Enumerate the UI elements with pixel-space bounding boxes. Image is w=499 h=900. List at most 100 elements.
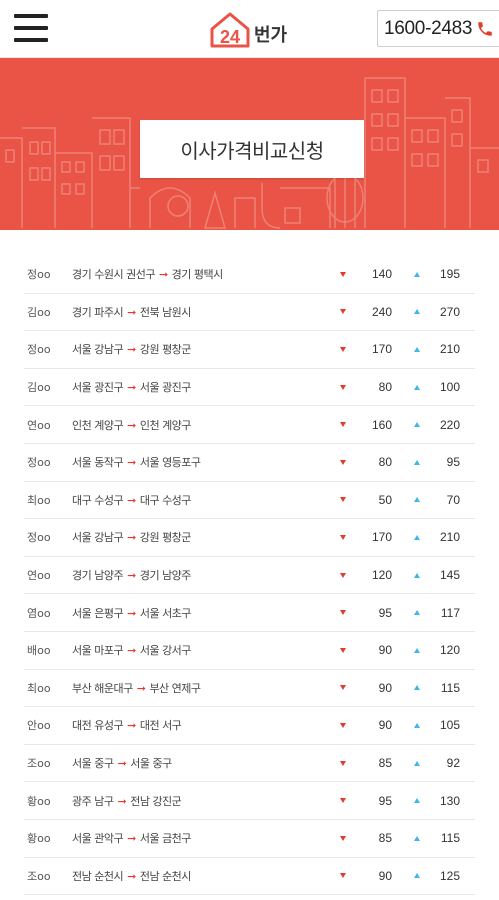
triangle-down-icon [340, 760, 350, 766]
phone-icon [478, 21, 492, 36]
route-to: 서울 서초구 [139, 606, 192, 620]
triangle-down-icon [340, 309, 350, 315]
max-price: 92 [446, 756, 460, 771]
triangle-down-icon [340, 647, 350, 653]
min-price: 80 [378, 455, 392, 470]
min-price: 140 [371, 267, 392, 282]
min-price: 160 [371, 417, 392, 432]
moving-quote-list: 정oo 경기 수원시 권선구 ➞ 경기 평택시 140 195 김oo 경기 파주시 ➞ … [0, 230, 499, 896]
phone-call-button[interactable]: 1600-2483 [377, 10, 499, 47]
quote-row: 연oo 경기 남양주 ➞ 경기 남양주 120 145 [24, 557, 475, 595]
customer-name: 안oo [27, 719, 51, 733]
triangle-up-icon [414, 647, 424, 653]
route-from: 서울 은평구 [72, 606, 124, 620]
triangle-up-icon [414, 497, 424, 503]
move-route: 서울 중구 ➞ 서울 중구 [72, 755, 340, 771]
max-price: 115 [440, 831, 460, 846]
customer-name: 정oo [27, 343, 51, 357]
customer-name: 최oo [27, 493, 51, 507]
logo[interactable]: 24 번가 [208, 12, 287, 48]
route-to: 강원 평창군 [139, 531, 192, 545]
quote-row: 최oo 부산 해운대구 ➞ 부산 연제구 90 115 [24, 670, 475, 708]
move-route: 인천 계양구 ➞ 인천 계양구 [72, 417, 340, 433]
route-from: 인천 계양구 [72, 418, 124, 432]
customer-name: 정oo [27, 531, 51, 545]
customer-name: 김oo [27, 381, 51, 395]
customer-name: 배oo [27, 644, 51, 658]
quote-row: 배oo 서울 마포구 ➞ 서울 강서구 90 120 [24, 632, 475, 670]
route-arrow-icon: ➞ [127, 644, 136, 658]
route-to: 서울 금천구 [139, 832, 192, 846]
max-price: 117 [440, 605, 460, 620]
max-price: 210 [439, 342, 460, 357]
move-route: 서울 강남구 ➞ 강원 평창군 [72, 341, 340, 357]
route-from: 전남 순천시 [72, 869, 124, 883]
route-arrow-icon: ➞ [127, 569, 136, 583]
route-to: 전남 강진군 [130, 794, 182, 808]
triangle-up-icon [414, 422, 424, 428]
customer-name: 조oo [27, 869, 51, 883]
min-price: 240 [371, 304, 392, 319]
triangle-up-icon [414, 610, 424, 616]
triangle-up-icon [414, 271, 424, 277]
route-to: 대전 서구 [139, 719, 182, 733]
route-from: 경기 수원시 권선구 [72, 268, 155, 282]
triangle-down-icon [340, 497, 350, 503]
route-to: 부산 연제구 [149, 681, 201, 695]
route-to: 서울 중구 [130, 757, 172, 771]
route-arrow-icon: ➞ [117, 794, 127, 808]
route-from: 부산 해운대구 [72, 681, 133, 695]
triangle-down-icon [340, 873, 350, 879]
route-to: 대구 수성구 [139, 493, 192, 507]
hamburger-menu-icon[interactable] [14, 14, 48, 44]
route-from: 서울 강남구 [72, 531, 124, 545]
min-price: 80 [378, 380, 392, 395]
hero-banner: 이사가격비교신청 [0, 58, 499, 230]
triangle-down-icon [340, 346, 350, 352]
move-route: 경기 수원시 권선구 ➞ 경기 평택시 [72, 266, 340, 282]
route-from: 광주 남구 [72, 794, 114, 808]
customer-name: 염oo [27, 606, 51, 620]
customer-name: 연oo [27, 569, 51, 583]
route-to: 강원 평창군 [139, 343, 192, 357]
move-route: 서울 동작구 ➞ 서울 영등포구 [72, 454, 340, 470]
quote-row: 정oo 서울 동작구 ➞ 서울 영등포구 80 95 [24, 444, 475, 482]
triangle-down-icon [340, 798, 350, 804]
min-price: 90 [378, 643, 392, 658]
min-price: 95 [378, 793, 392, 808]
triangle-up-icon [414, 722, 424, 728]
triangle-up-icon [414, 835, 424, 841]
route-arrow-icon: ➞ [117, 757, 127, 771]
route-to: 경기 남양주 [139, 569, 192, 583]
max-price: 210 [439, 530, 460, 545]
route-arrow-icon: ➞ [127, 381, 136, 395]
max-price: 130 [439, 793, 460, 808]
quote-row: 조oo 서울 중구 ➞ 서울 중구 85 92 [24, 745, 475, 783]
triangle-up-icon [414, 760, 424, 766]
customer-name: 조oo [27, 757, 51, 771]
route-from: 경기 남양주 [72, 569, 124, 583]
min-price: 170 [371, 530, 392, 545]
min-price: 90 [378, 680, 392, 695]
quote-row: 정oo 서울 강남구 ➞ 강원 평창군 170 210 [24, 519, 475, 557]
quote-row: 조oo 전남 순천시 ➞ 전남 순천시 90 125 [24, 858, 475, 896]
route-from: 서울 광진구 [72, 381, 124, 395]
triangle-down-icon [340, 835, 350, 841]
move-route: 서울 광진구 ➞ 서울 광진구 [72, 379, 340, 395]
triangle-up-icon [414, 459, 424, 465]
route-to: 서울 강서구 [139, 644, 192, 658]
quote-row: 안oo 대전 유성구 ➞ 대전 서구 90 105 [24, 707, 475, 745]
customer-name: 최oo [27, 681, 51, 695]
max-price: 105 [439, 718, 460, 733]
route-from: 서울 관악구 [72, 832, 124, 846]
triangle-down-icon [340, 685, 350, 691]
move-route: 전남 순천시 ➞ 전남 순천시 [72, 868, 340, 884]
min-price: 90 [378, 718, 392, 733]
route-arrow-icon: ➞ [127, 305, 136, 319]
customer-name: 정oo [27, 456, 51, 470]
route-arrow-icon: ➞ [127, 719, 136, 733]
triangle-up-icon [414, 534, 424, 540]
route-from: 대구 수성구 [72, 493, 124, 507]
triangle-down-icon [340, 271, 350, 277]
apply-price-comparison-button[interactable]: 이사가격비교신청 [140, 120, 364, 178]
